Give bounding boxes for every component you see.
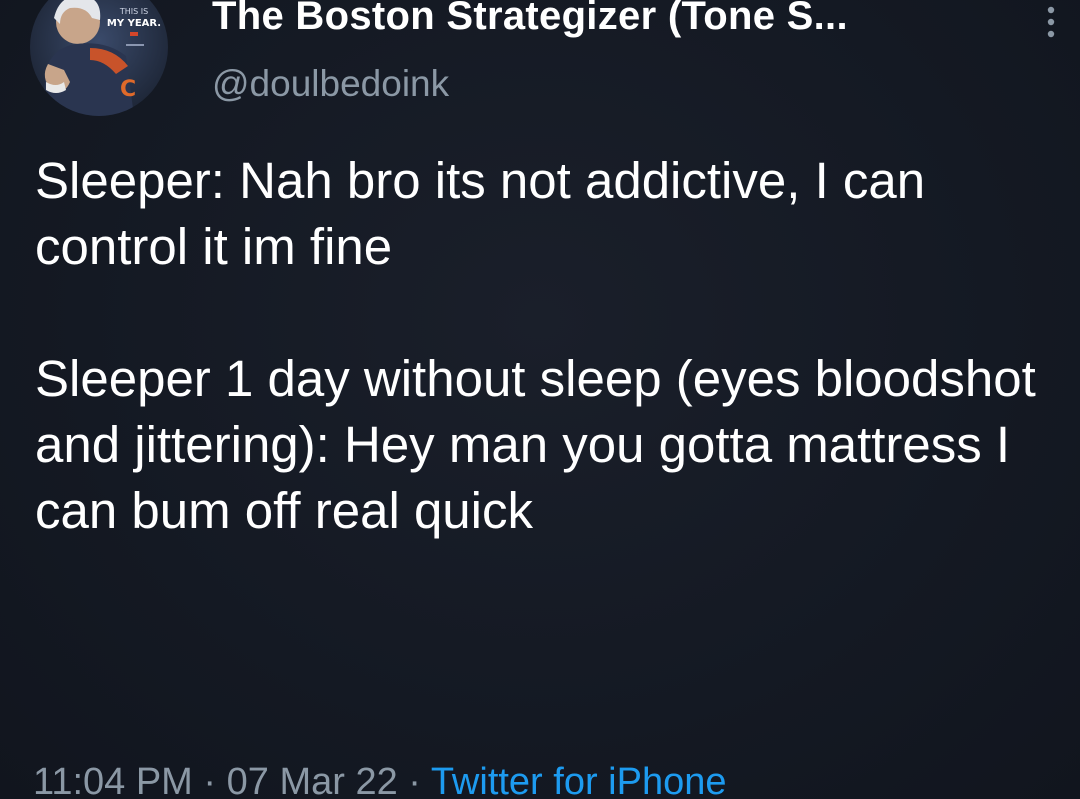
more-options-icon[interactable] — [1041, 2, 1061, 42]
meta-separator: · — [203, 761, 217, 799]
user-handle[interactable]: @doulbedoink — [212, 62, 449, 106]
avatar-poster-text-1: THIS IS — [119, 7, 148, 16]
avatar-image: C THIS IS MY YEAR. — [30, 0, 168, 116]
meta-separator: · — [408, 761, 421, 799]
svg-text:C: C — [120, 77, 136, 102]
display-name[interactable]: The Boston Strategizer (Tone S... — [212, 0, 972, 40]
tweet-date[interactable]: 07 Mar 22 — [227, 761, 398, 799]
avatar[interactable]: C THIS IS MY YEAR. — [30, 0, 168, 116]
tweet-metadata: 11:04 PM · 07 Mar 22 · Twitter for iPhon… — [33, 758, 727, 799]
tweet-paragraph: Sleeper 1 day without sleep (eyes bloods… — [35, 350, 1036, 539]
tweet-source-link[interactable]: Twitter for iPhone — [431, 761, 727, 799]
tweet-card: C THIS IS MY YEAR. The Boston Strategize… — [0, 0, 1080, 799]
vertical-dots-icon — [1047, 6, 1055, 38]
tweet-paragraph: Sleeper: Nah bro its not addictive, I ca… — [35, 152, 926, 275]
tweet-text: Sleeper: Nah bro its not addictive, I ca… — [35, 148, 1065, 544]
tweet-time[interactable]: 11:04 PM — [33, 761, 193, 799]
avatar-poster-text-2: MY YEAR. — [107, 18, 161, 29]
